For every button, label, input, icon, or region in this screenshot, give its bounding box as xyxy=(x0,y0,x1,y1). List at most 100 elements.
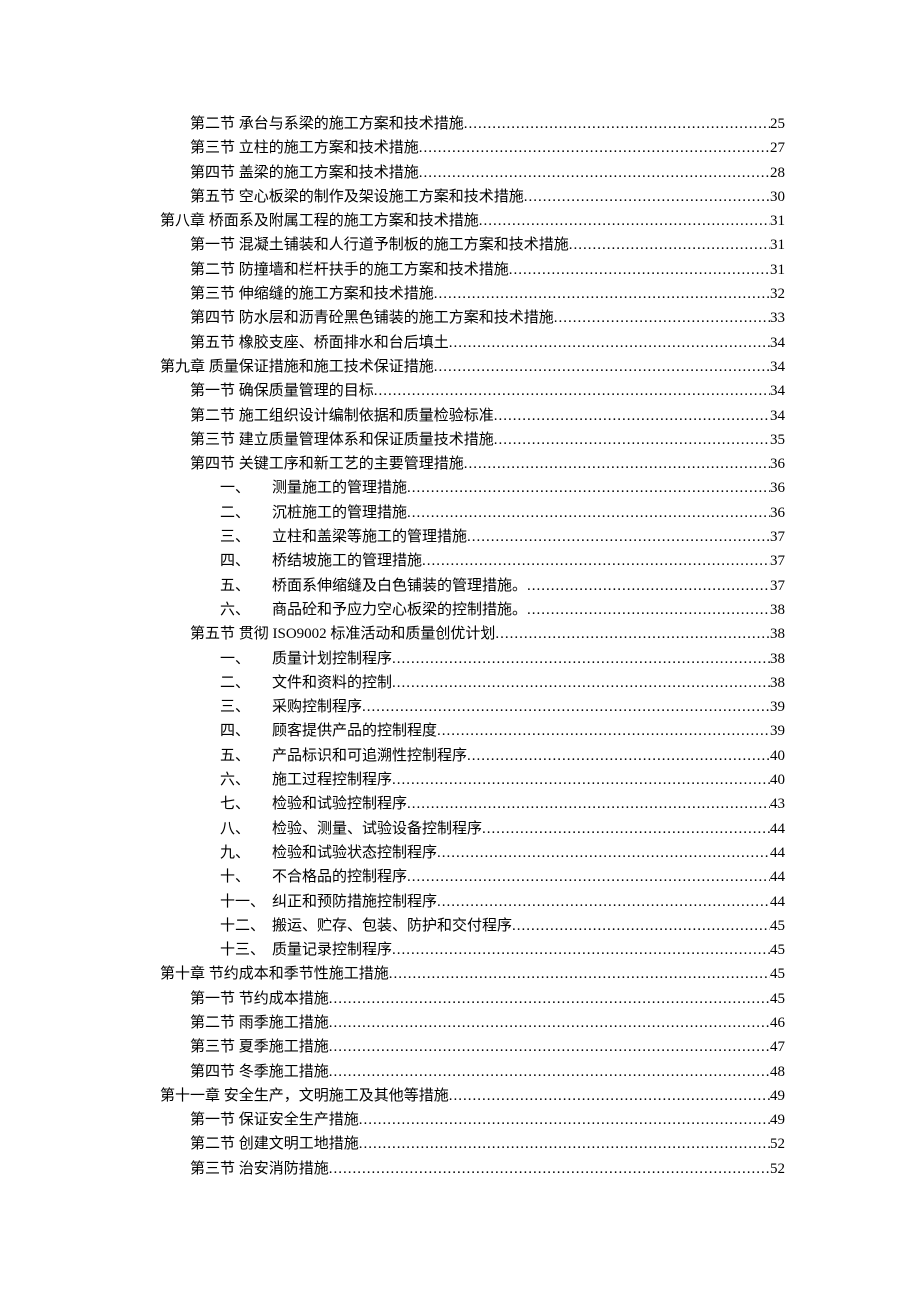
toc-entry-label: 第二节 防撞墙和栏杆扶手的施工方案和技术措施 xyxy=(190,258,509,282)
toc-entry-label: 第九章 质量保证措施和施工技术保证措施 xyxy=(160,355,434,379)
toc-entry-page: 32 xyxy=(770,282,785,306)
toc-leader-dots xyxy=(512,914,770,938)
toc-entry-number: 十二、 xyxy=(220,914,272,938)
toc-leader-dots xyxy=(389,962,770,986)
toc-entry-text: 采购控制程序 xyxy=(272,699,362,715)
toc-entry-label: 三、立柱和盖梁等施工的管理措施 xyxy=(220,525,467,549)
toc-entry-label: 四、桥结坡施工的管理措施 xyxy=(220,549,422,573)
toc-entry-text: 桥面系伸缩缝及白色铺装的管理措施。 xyxy=(272,578,527,594)
toc-entry-label: 十一、纠正和预防措施控制程序 xyxy=(220,890,437,914)
toc-leader-dots xyxy=(392,671,770,695)
toc-entry-label: 第二节 施工组织设计编制依据和质量检验标准 xyxy=(190,404,494,428)
toc-leader-dots xyxy=(495,622,770,646)
toc-entry-text: 顾客提供产品的控制程度 xyxy=(272,723,437,739)
toc-entry: 第四节 冬季施工措施48 xyxy=(160,1060,785,1084)
toc-entry-label: 第四节 冬季施工措施 xyxy=(190,1060,329,1084)
toc-entry-number: 四、 xyxy=(220,549,272,573)
toc-entry-text: 不合格品的控制程序 xyxy=(272,869,407,885)
toc-entry: 三、采购控制程序39 xyxy=(160,695,785,719)
toc-entry-label: 四、顾客提供产品的控制程度 xyxy=(220,719,437,743)
toc-entry-label: 二、文件和资料的控制 xyxy=(220,671,392,695)
toc-leader-dots xyxy=(392,938,770,962)
toc-entry-page: 31 xyxy=(770,258,785,282)
toc-entry-text: 文件和资料的控制 xyxy=(272,675,392,691)
toc-entry-label: 第二节 雨季施工措施 xyxy=(190,1011,329,1035)
toc-entry-page: 46 xyxy=(770,1011,785,1035)
toc-entry-number: 九、 xyxy=(220,841,272,865)
toc-entry-text: 检验、测量、试验设备控制程序 xyxy=(272,821,482,837)
toc-leader-dots xyxy=(479,209,770,233)
toc-entry-page: 38 xyxy=(770,671,785,695)
toc-entry-number: 七、 xyxy=(220,792,272,816)
toc-entry-text: 质量记录控制程序 xyxy=(272,942,392,958)
toc-leader-dots xyxy=(362,695,770,719)
toc-leader-dots xyxy=(464,112,770,136)
toc-entry-label: 第三节 治安消防措施 xyxy=(190,1157,329,1181)
toc-entry-number: 十、 xyxy=(220,865,272,889)
toc-entry: 二、文件和资料的控制 38 xyxy=(160,671,785,695)
toc-entry-label: 第一节 确保质量管理的目标 xyxy=(190,379,374,403)
toc-entry-page: 25 xyxy=(770,112,785,136)
toc-entry: 五、桥面系伸缩缝及白色铺装的管理措施。37 xyxy=(160,574,785,598)
toc-entry-page: 45 xyxy=(770,962,785,986)
toc-entry-page: 44 xyxy=(770,865,785,889)
toc-entry: 第二节 防撞墙和栏杆扶手的施工方案和技术措施 31 xyxy=(160,258,785,282)
toc-entry: 第三节 治安消防措施52 xyxy=(160,1157,785,1181)
toc-entry: 四、桥结坡施工的管理措施37 xyxy=(160,549,785,573)
toc-entry-text: 施工过程控制程序 xyxy=(272,772,392,788)
toc-entry: 十、不合格品的控制程序 44 xyxy=(160,865,785,889)
toc-entry: 三、立柱和盖梁等施工的管理措施37 xyxy=(160,525,785,549)
toc-leader-dots xyxy=(464,452,770,476)
toc-leader-dots xyxy=(419,161,770,185)
toc-entry: 第五节 贯彻 ISO9002 标准活动和质量创优计划38 xyxy=(160,622,785,646)
toc-entry: 第三节 建立质量管理体系和保证质量技术措施35 xyxy=(160,428,785,452)
toc-leader-dots xyxy=(554,306,770,330)
toc-entry: 第二节 雨季施工措施 46 xyxy=(160,1011,785,1035)
toc-entry: 十二、搬运、贮存、包装、防护和交付程序45 xyxy=(160,914,785,938)
toc-entry-number: 二、 xyxy=(220,671,272,695)
toc-entry-label: 三、采购控制程序 xyxy=(220,695,362,719)
toc-entry: 第三节 伸缩缝的施工方案和技术措施 32 xyxy=(160,282,785,306)
toc-entry: 九、检验和试验状态控制程序44 xyxy=(160,841,785,865)
toc-entry: 第四节 防水层和沥青砼黑色铺装的施工方案和技术措施33 xyxy=(160,306,785,330)
toc-entry: 六、商品砼和予应力空心板梁的控制措施。38 xyxy=(160,598,785,622)
toc-entry-text: 商品砼和予应力空心板梁的控制措施。 xyxy=(272,602,527,618)
toc-entry-number: 二、 xyxy=(220,501,272,525)
toc-entry-label: 第一节 混凝土铺装和人行道予制板的施工方案和技术措施 xyxy=(190,233,569,257)
toc-entry-label: 第十一章 安全生产，文明施工及其他等措施 xyxy=(160,1084,449,1108)
toc-entry-label: 二、沉桩施工的管理措施 xyxy=(220,501,407,525)
toc-entry-page: 36 xyxy=(770,501,785,525)
toc-leader-dots xyxy=(437,890,770,914)
toc-entry-label: 八、检验、测量、试验设备控制程序 xyxy=(220,817,482,841)
toc-leader-dots xyxy=(449,331,770,355)
toc-leader-dots xyxy=(329,1035,770,1059)
toc-entry-page: 52 xyxy=(770,1132,785,1156)
toc-entry-number: 三、 xyxy=(220,525,272,549)
toc-entry: 第一节 确保质量管理的目标34 xyxy=(160,379,785,403)
toc-entry: 第一节 混凝土铺装和人行道予制板的施工方案和技术措施31 xyxy=(160,233,785,257)
toc-entry-number: 四、 xyxy=(220,719,272,743)
toc-leader-dots xyxy=(434,282,770,306)
toc-entry-text: 测量施工的管理措施 xyxy=(272,480,407,496)
toc-entry-page: 39 xyxy=(770,719,785,743)
toc-entry-label: 五、桥面系伸缩缝及白色铺装的管理措施。 xyxy=(220,574,527,598)
toc-entry-text: 纠正和预防措施控制程序 xyxy=(272,894,437,910)
toc-entry-label: 第四节 盖梁的施工方案和技术措施 xyxy=(190,161,419,185)
toc-entry-label: 第三节 伸缩缝的施工方案和技术措施 xyxy=(190,282,434,306)
toc-entry-text: 沉桩施工的管理措施 xyxy=(272,505,407,521)
toc-entry: 十三、质量记录控制程序45 xyxy=(160,938,785,962)
toc-entry-text: 检验和试验状态控制程序 xyxy=(272,845,437,861)
toc-entry-label: 十二、搬运、贮存、包装、防护和交付程序 xyxy=(220,914,512,938)
toc-entry-number: 十三、 xyxy=(220,938,272,962)
toc-entry: 第二节 承台与系梁的施工方案和技术措施25 xyxy=(160,112,785,136)
toc-entry-label: 九、检验和试验状态控制程序 xyxy=(220,841,437,865)
toc-entry-page: 27 xyxy=(770,136,785,160)
toc-leader-dots xyxy=(392,647,770,671)
toc-entry: 第三节 立柱的施工方案和技术措施27 xyxy=(160,136,785,160)
toc-entry-label: 第一节 节约成本措施 xyxy=(190,987,329,1011)
toc-entry-number: 八、 xyxy=(220,817,272,841)
toc-entry-label: 第四节 防水层和沥青砼黑色铺装的施工方案和技术措施 xyxy=(190,306,554,330)
toc-entry: 十一、纠正和预防措施控制程序44 xyxy=(160,890,785,914)
toc-leader-dots xyxy=(449,1084,770,1108)
toc-entry-page: 40 xyxy=(770,744,785,768)
